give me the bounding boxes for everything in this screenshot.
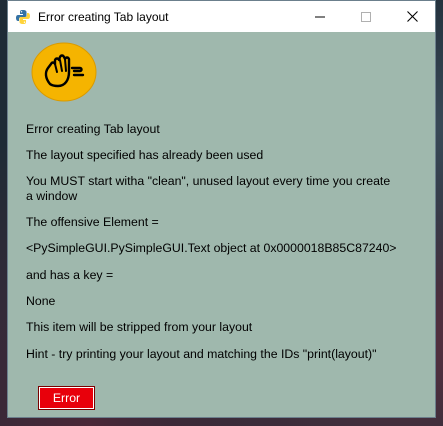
- error-dialog-window: Error creating Tab layout Error creating…: [7, 0, 436, 418]
- stripped-notice-text: This item will be stripped from your lay…: [26, 320, 253, 334]
- window-controls: [297, 1, 435, 32]
- hint-text: Hint - try printing your layout and matc…: [26, 347, 377, 361]
- key-value: None: [26, 294, 56, 308]
- waving-hand-emoji-icon: [31, 42, 97, 102]
- error-heading-text: Error creating Tab layout: [26, 122, 160, 136]
- python-logo-icon: [16, 9, 30, 24]
- key-label: and has a key =: [26, 268, 114, 282]
- title-bar[interactable]: Error creating Tab layout: [8, 1, 435, 32]
- error-button[interactable]: Error: [38, 386, 95, 410]
- close-icon: [406, 11, 418, 22]
- minimize-button[interactable]: [297, 1, 343, 32]
- window-title: Error creating Tab layout: [38, 9, 169, 24]
- maximize-button[interactable]: [343, 1, 389, 32]
- close-button[interactable]: [389, 1, 435, 32]
- maximize-icon: [361, 11, 371, 22]
- layout-used-text: The layout specified has already been us…: [26, 148, 264, 162]
- minimize-icon: [315, 16, 325, 17]
- offensive-element-label: The offensive Element =: [26, 215, 159, 229]
- offensive-element-value: <PySimpleGUI.PySimpleGUI.Text object at …: [26, 241, 397, 255]
- must-start-clean-text: You MUST start witha "clean", unused lay…: [26, 174, 391, 203]
